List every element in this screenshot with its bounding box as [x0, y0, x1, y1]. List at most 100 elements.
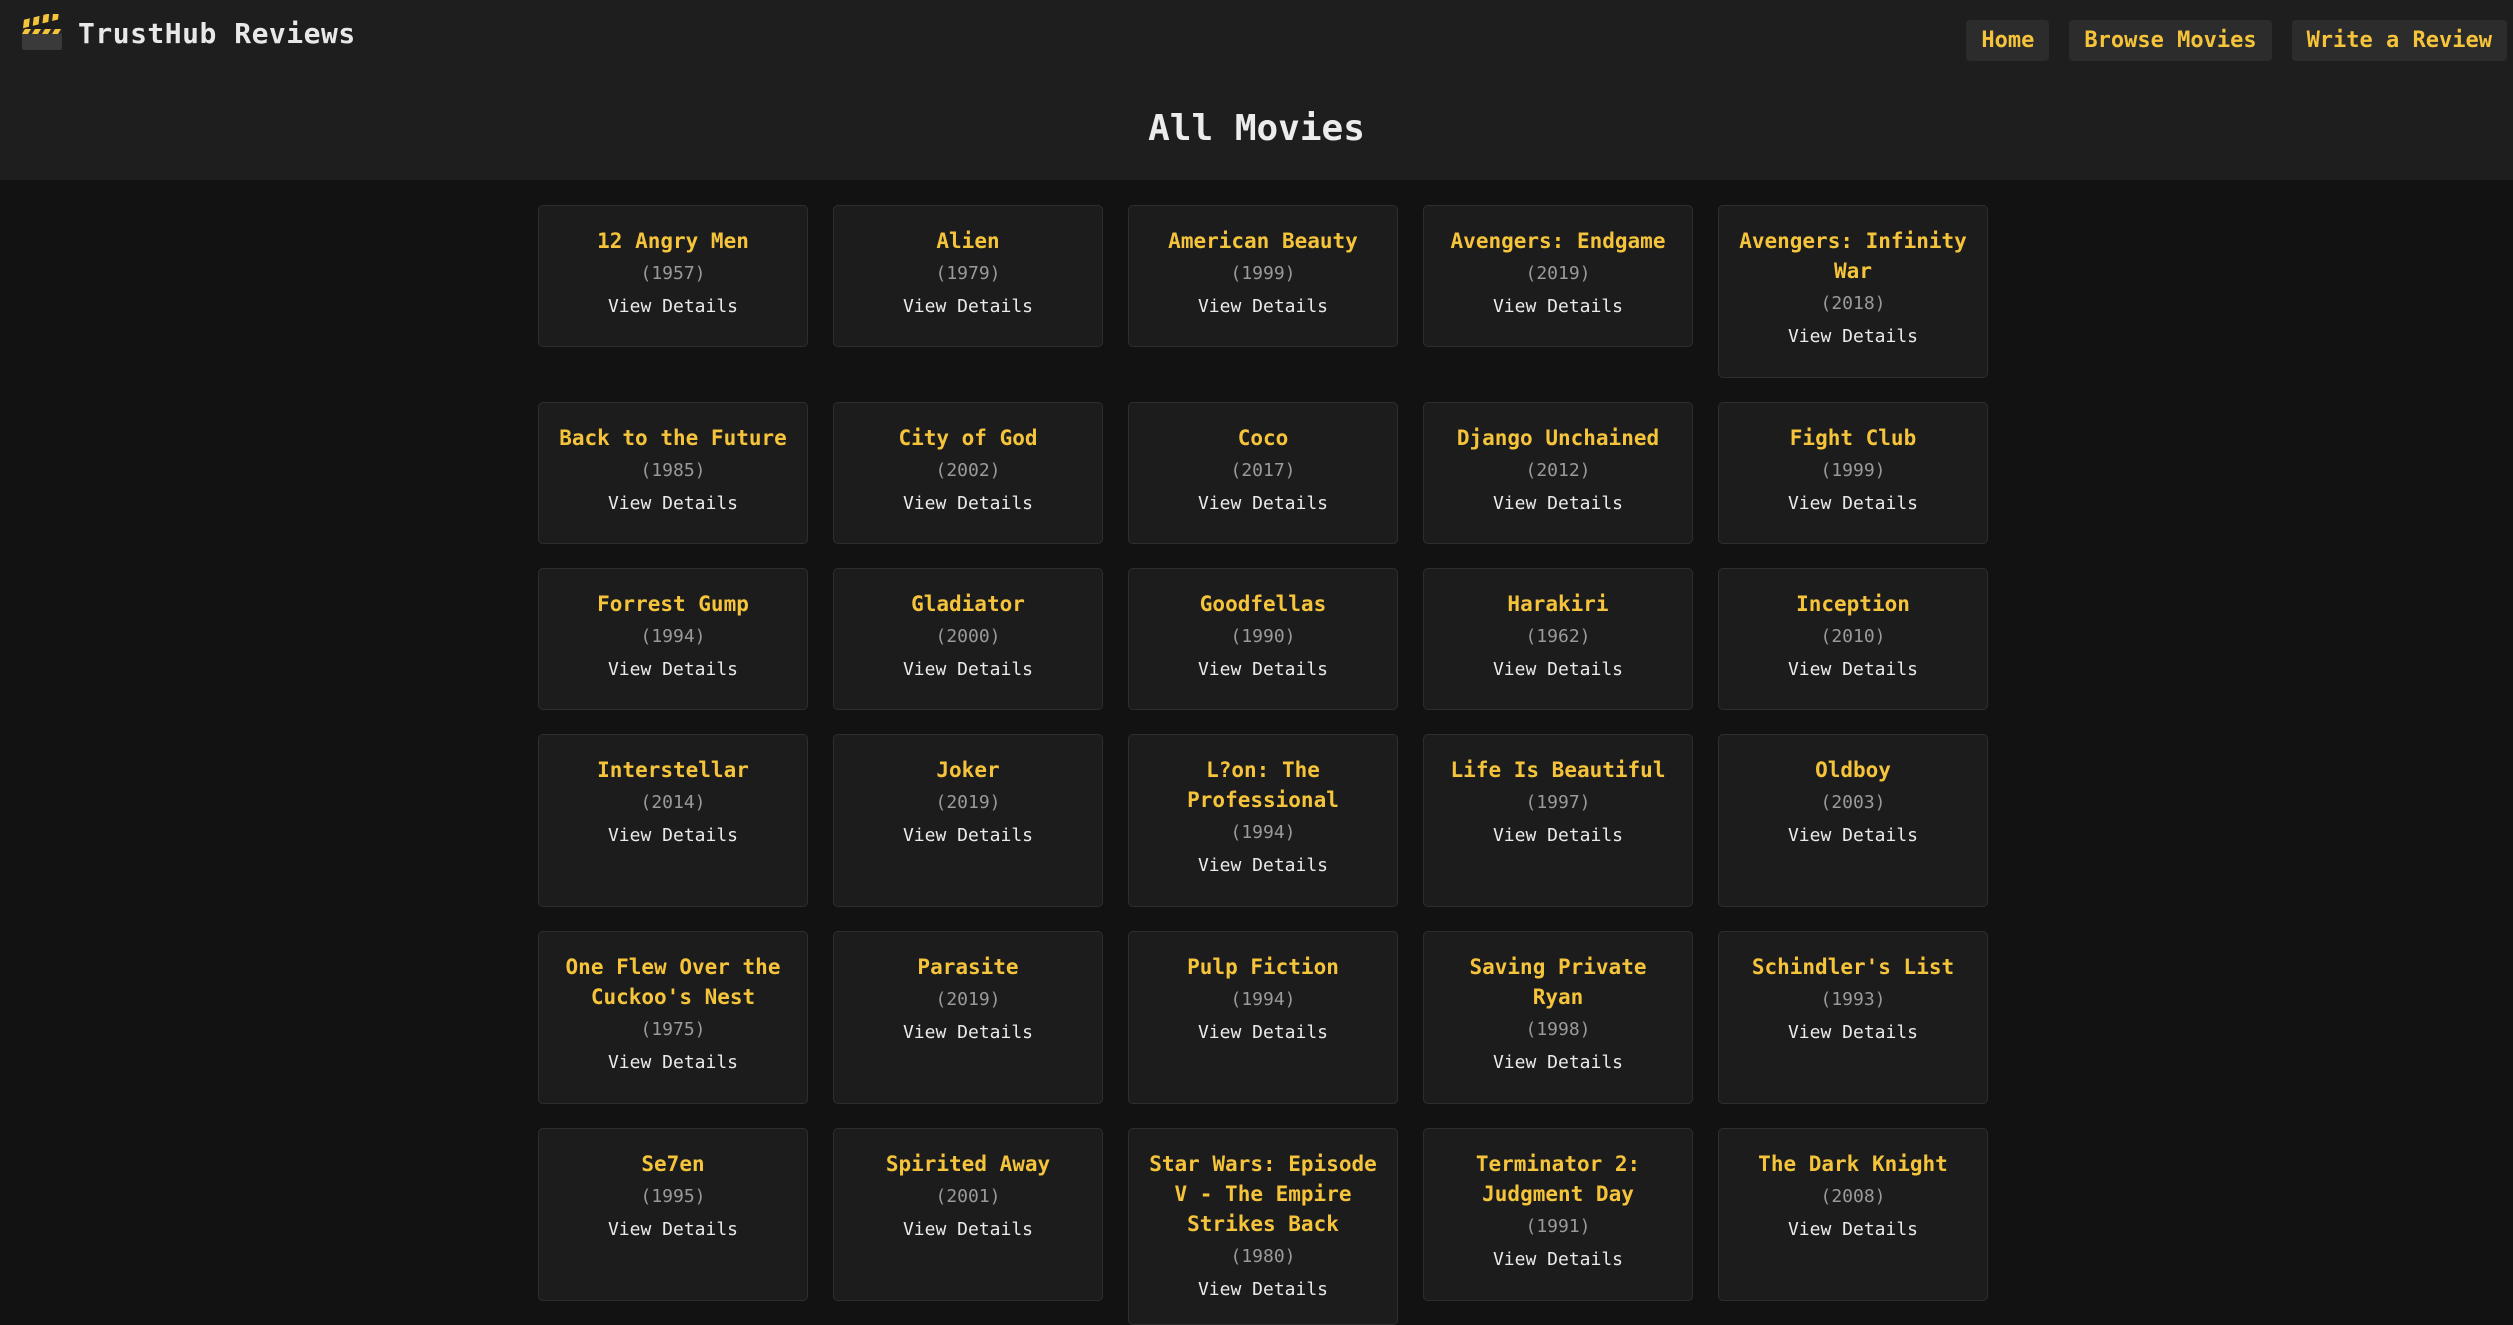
brand[interactable]: TrustHub Reviews	[20, 14, 356, 52]
movie-title: Spirited Away	[885, 1152, 1051, 1176]
movie-year: (1994)	[1230, 989, 1296, 1010]
movie-card: L?on: The Professional (1994) View Details	[1128, 734, 1398, 907]
movie-title: Inception	[1796, 592, 1910, 616]
movie-year: (1957)	[640, 263, 706, 284]
view-details-link[interactable]: View Details	[1198, 1278, 1328, 1302]
view-details-link[interactable]: View Details	[1198, 658, 1328, 682]
view-details-link[interactable]: View Details	[903, 824, 1033, 848]
view-details-link[interactable]: View Details	[1198, 492, 1328, 516]
movie-title: Joker	[936, 758, 1000, 782]
view-details-link[interactable]: View Details	[903, 295, 1033, 319]
clapperboard-icon	[21, 14, 62, 50]
movie-title: Saving Private Ryan	[1469, 955, 1647, 1009]
movie-card: Oldboy (2003) View Details	[1718, 734, 1988, 907]
movie-card: Terminator 2: Judgment Day (1991) View Det…	[1423, 1128, 1693, 1301]
view-details-link[interactable]: View Details	[903, 1021, 1033, 1045]
view-details-link[interactable]: View Details	[608, 1051, 738, 1075]
movie-card: Gladiator (2000) View Details	[833, 568, 1103, 710]
movie-year: (2012)	[1525, 460, 1591, 481]
movie-year: (1999)	[1230, 263, 1296, 284]
view-details-link[interactable]: View Details	[1788, 824, 1918, 848]
page-title: All Movies	[1148, 108, 1365, 149]
movie-title: Coco	[1237, 426, 1289, 450]
nav-home[interactable]: Home	[1966, 20, 2050, 61]
movie-card: Joker (2019) View Details	[833, 734, 1103, 907]
movie-title: Terminator 2: Judgment Day	[1475, 1152, 1641, 1206]
view-details-link[interactable]: View Details	[1198, 854, 1328, 878]
movie-card: Saving Private Ryan (1998) View Details	[1423, 931, 1693, 1104]
view-details-link[interactable]: View Details	[1788, 1021, 1918, 1045]
view-details-link[interactable]: View Details	[1788, 492, 1918, 516]
view-details-link[interactable]: View Details	[1493, 295, 1623, 319]
movie-card: One Flew Over the Cuckoo's Nest (1975) Vie…	[538, 931, 808, 1104]
movie-year: (1993)	[1820, 989, 1886, 1010]
movie-year: (2010)	[1820, 626, 1886, 647]
movie-card: Parasite (2019) View Details	[833, 931, 1103, 1104]
movie-title: American Beauty	[1168, 229, 1358, 253]
movie-card: The Dark Knight (2008) View Details	[1718, 1128, 1988, 1301]
movie-title: Fight Club	[1789, 426, 1917, 450]
movie-title: Forrest Gump	[597, 592, 749, 616]
movie-year: (1997)	[1525, 792, 1591, 813]
movie-card: American Beauty (1999) View Details	[1128, 205, 1398, 347]
movie-title: Avengers: Endgame	[1450, 229, 1666, 253]
movie-card: Se7en (1995) View Details	[538, 1128, 808, 1301]
view-details-link[interactable]: View Details	[608, 658, 738, 682]
movie-year: (2018)	[1820, 293, 1886, 314]
movie-card: Star Wars: Episode V - The Empire Strike…	[1128, 1128, 1398, 1325]
movie-card: Harakiri (1962) View Details	[1423, 568, 1693, 710]
movie-year: (1991)	[1525, 1216, 1591, 1237]
view-details-link[interactable]: View Details	[1198, 295, 1328, 319]
view-details-link[interactable]: View Details	[1493, 1051, 1623, 1075]
movie-card: Life Is Beautiful (1997) View Details	[1423, 734, 1693, 907]
movie-title: Goodfellas	[1199, 592, 1327, 616]
view-details-link[interactable]: View Details	[608, 492, 738, 516]
movie-card: Forrest Gump (1994) View Details	[538, 568, 808, 710]
view-details-link[interactable]: View Details	[1493, 824, 1623, 848]
nav-write-review[interactable]: Write a Review	[2291, 20, 2507, 61]
movie-card: Spirited Away (2001) View Details	[833, 1128, 1103, 1301]
main-nav: Home Browse Movies Write a Review	[1966, 20, 2507, 61]
view-details-link[interactable]: View Details	[608, 1218, 738, 1242]
movie-title: Oldboy	[1815, 758, 1891, 782]
site-header: TrustHub Reviews Home Browse Movies Writ…	[0, 0, 2513, 180]
movie-card: Interstellar (2014) View Details	[538, 734, 808, 907]
view-details-link[interactable]: View Details	[608, 824, 738, 848]
movie-title: Pulp Fiction	[1187, 955, 1339, 979]
nav-browse-movies[interactable]: Browse Movies	[2069, 20, 2272, 61]
movie-card: 12 Angry Men (1957) View Details	[538, 205, 808, 347]
movie-year: (1994)	[1230, 822, 1296, 843]
movie-year: (1962)	[1525, 626, 1591, 647]
view-details-link[interactable]: View Details	[1493, 492, 1623, 516]
movie-year: (1994)	[640, 626, 706, 647]
movie-card: Coco (2017) View Details	[1128, 402, 1398, 544]
movie-title: Se7en	[641, 1152, 705, 1176]
movie-title: Parasite	[917, 955, 1019, 979]
movie-year: (1975)	[640, 1019, 706, 1040]
movie-year: (2000)	[935, 626, 1001, 647]
movie-card: Alien (1979) View Details	[833, 205, 1103, 347]
view-details-link[interactable]: View Details	[903, 492, 1033, 516]
movie-card: Avengers: Infinity War (2018) View Details	[1718, 205, 1988, 378]
view-details-link[interactable]: View Details	[1788, 1218, 1918, 1242]
brand-name: TrustHub Reviews	[78, 16, 356, 50]
movie-title: Back to the Future	[559, 426, 787, 450]
view-details-link[interactable]: View Details	[1493, 1248, 1623, 1272]
view-details-link[interactable]: View Details	[1493, 658, 1623, 682]
movie-year: (2019)	[935, 989, 1001, 1010]
view-details-link[interactable]: View Details	[903, 1218, 1033, 1242]
movie-card: Back to the Future (1985) View Details	[538, 402, 808, 544]
view-details-link[interactable]: View Details	[903, 658, 1033, 682]
view-details-link[interactable]: View Details	[1788, 658, 1918, 682]
movie-card: Schindler's List (1993) View Details	[1718, 931, 1988, 1104]
movie-year: (1998)	[1525, 1019, 1591, 1040]
movie-title: Schindler's List	[1751, 955, 1955, 979]
movie-year: (2019)	[1525, 263, 1591, 284]
view-details-link[interactable]: View Details	[1198, 1021, 1328, 1045]
movie-title: The Dark Knight	[1758, 1152, 1948, 1176]
view-details-link[interactable]: View Details	[608, 295, 738, 319]
movie-card: Inception (2010) View Details	[1718, 568, 1988, 710]
movie-year: (1985)	[640, 460, 706, 481]
movie-title: Interstellar	[597, 758, 749, 782]
view-details-link[interactable]: View Details	[1788, 325, 1918, 349]
